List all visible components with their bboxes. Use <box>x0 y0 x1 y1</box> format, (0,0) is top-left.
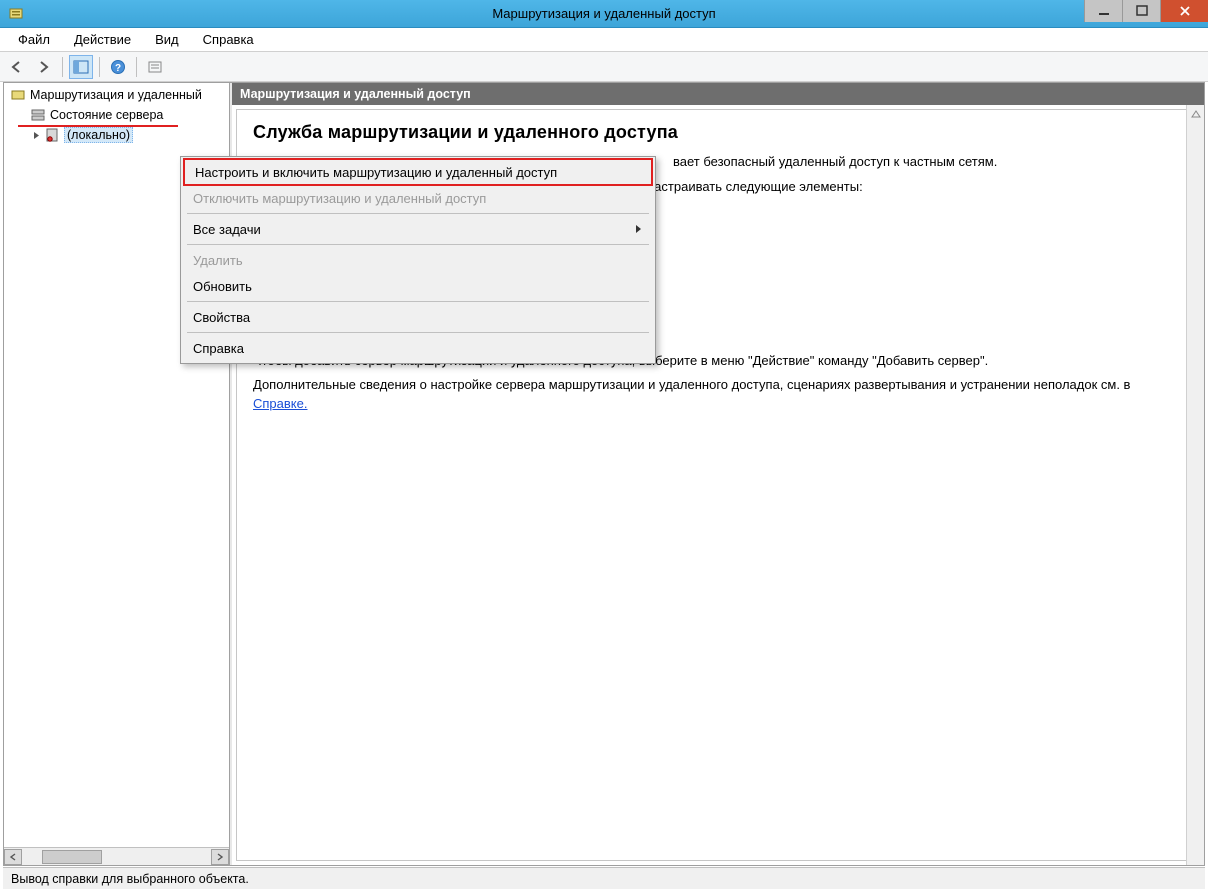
cm-separator <box>187 213 649 214</box>
tree-server-state[interactable]: Состояние сервера <box>6 105 229 125</box>
content-help-paragraph: Дополнительные сведения о настройке серв… <box>253 376 1173 414</box>
properties-button[interactable] <box>143 55 167 79</box>
tree-local-server[interactable]: (локально) <box>6 125 229 145</box>
scroll-left-button[interactable] <box>4 849 22 865</box>
cm-configure-enable[interactable]: Настроить и включить маршрутизацию и уда… <box>183 158 653 186</box>
status-text: Вывод справки для выбранного объекта. <box>11 872 249 886</box>
svg-text:?: ? <box>115 63 121 74</box>
tree-horizontal-scrollbar[interactable] <box>4 847 229 865</box>
scroll-track[interactable] <box>22 849 211 865</box>
maximize-button[interactable] <box>1122 0 1160 22</box>
cm-help[interactable]: Справка <box>183 335 653 361</box>
toolbar-separator <box>136 57 137 77</box>
scroll-up-button[interactable] <box>1187 105 1204 123</box>
menu-help[interactable]: Справка <box>191 28 266 51</box>
toolbar: ? <box>0 52 1208 82</box>
title-bar: Маршрутизация и удаленный доступ <box>0 0 1208 28</box>
tree-local-label: (локально) <box>64 127 133 143</box>
cm-properties[interactable]: Свойства <box>183 304 653 330</box>
tree-root[interactable]: Маршрутизация и удаленный <box>6 85 229 105</box>
cm-delete: Удалить <box>183 247 653 273</box>
status-bar: Вывод справки для выбранного объекта. <box>3 867 1205 889</box>
routing-root-icon <box>10 87 26 103</box>
cm-refresh[interactable]: Обновить <box>183 273 653 299</box>
cm-separator <box>187 244 649 245</box>
menu-view[interactable]: Вид <box>143 28 191 51</box>
menu-action[interactable]: Действие <box>62 28 143 51</box>
toolbar-separator <box>99 57 100 77</box>
server-icon <box>44 127 60 143</box>
menu-bar: Файл Действие Вид Справка <box>0 28 1208 52</box>
content-header: Маршрутизация и удаленный доступ <box>232 83 1204 105</box>
scroll-right-button[interactable] <box>211 849 229 865</box>
cm-separator <box>187 301 649 302</box>
cm-disable: Отключить маршрутизацию и удаленный дост… <box>183 185 653 211</box>
cm-all-tasks-label: Все задачи <box>193 222 261 237</box>
cm-all-tasks[interactable]: Все задачи <box>183 216 653 242</box>
submenu-arrow-icon <box>635 222 643 237</box>
server-state-icon <box>30 107 46 123</box>
show-hide-tree-button[interactable] <box>69 55 93 79</box>
menu-file[interactable]: Файл <box>6 28 62 51</box>
tree-root-label: Маршрутизация и удаленный <box>30 88 202 102</box>
content-title: Служба маршрутизации и удаленного доступ… <box>253 122 1183 143</box>
minimize-button[interactable] <box>1084 0 1122 22</box>
window-title: Маршрутизация и удаленный доступ <box>0 6 1208 21</box>
context-menu: Настроить и включить маршрутизацию и уда… <box>180 156 656 364</box>
scroll-thumb[interactable] <box>42 850 102 864</box>
cm-separator <box>187 332 649 333</box>
back-button[interactable] <box>6 55 30 79</box>
close-button[interactable] <box>1160 0 1208 22</box>
help-button[interactable]: ? <box>106 55 130 79</box>
content-vertical-scrollbar[interactable] <box>1186 105 1204 865</box>
expander-icon[interactable] <box>30 129 42 141</box>
annotation-underline <box>18 125 178 127</box>
help-link[interactable]: Справке. <box>253 396 307 411</box>
toolbar-separator <box>62 57 63 77</box>
forward-button[interactable] <box>32 55 56 79</box>
content-help-text: Дополнительные сведения о настройке серв… <box>253 377 1130 392</box>
tree-server-state-label: Состояние сервера <box>50 108 163 122</box>
app-icon <box>6 4 26 24</box>
